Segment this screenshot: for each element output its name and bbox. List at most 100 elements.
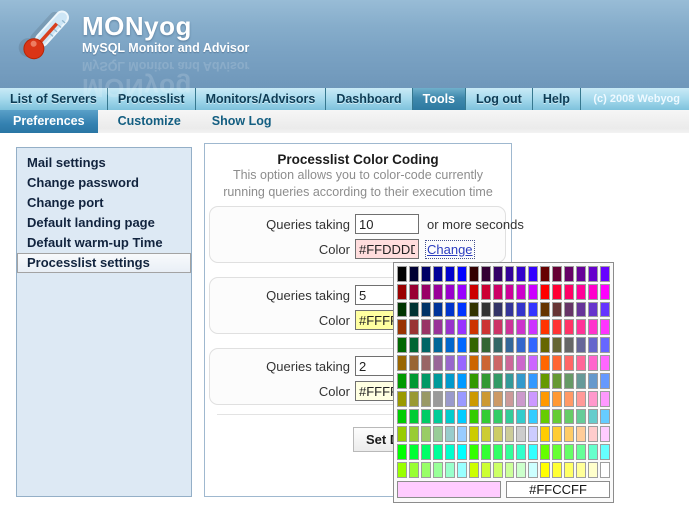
palette-swatch[interactable] bbox=[481, 444, 491, 460]
palette-swatch[interactable] bbox=[564, 302, 574, 318]
subnav-tab-show-log[interactable]: Show Log bbox=[201, 110, 283, 133]
nav-tab-dashboard[interactable]: Dashboard bbox=[326, 88, 412, 110]
palette-swatch[interactable] bbox=[481, 284, 491, 300]
palette-swatch[interactable] bbox=[421, 409, 431, 425]
palette-swatch[interactable] bbox=[469, 355, 479, 371]
palette-swatch[interactable] bbox=[505, 409, 515, 425]
palette-swatch[interactable] bbox=[588, 302, 598, 318]
palette-swatch[interactable] bbox=[528, 409, 538, 425]
palette-swatch[interactable] bbox=[516, 444, 526, 460]
palette-swatch[interactable] bbox=[481, 355, 491, 371]
palette-swatch[interactable] bbox=[588, 426, 598, 442]
palette-swatch[interactable] bbox=[433, 355, 443, 371]
palette-swatch[interactable] bbox=[469, 302, 479, 318]
palette-swatch[interactable] bbox=[421, 337, 431, 353]
nav-tab-tools[interactable]: Tools bbox=[413, 88, 466, 110]
palette-swatch[interactable] bbox=[552, 355, 562, 371]
palette-swatch[interactable] bbox=[505, 266, 515, 282]
palette-swatch[interactable] bbox=[409, 337, 419, 353]
palette-swatch[interactable] bbox=[516, 409, 526, 425]
palette-swatch[interactable] bbox=[433, 426, 443, 442]
palette-swatch[interactable] bbox=[493, 373, 503, 389]
palette-swatch[interactable] bbox=[516, 266, 526, 282]
palette-swatch[interactable] bbox=[505, 319, 515, 335]
palette-swatch[interactable] bbox=[576, 319, 586, 335]
sidebar-item-change-password[interactable]: Change password bbox=[17, 173, 191, 193]
palette-swatch[interactable] bbox=[409, 302, 419, 318]
palette-swatch[interactable] bbox=[433, 266, 443, 282]
palette-swatch[interactable] bbox=[409, 426, 419, 442]
palette-swatch[interactable] bbox=[445, 302, 455, 318]
subnav-tab-customize[interactable]: Customize bbox=[107, 110, 192, 133]
palette-swatch[interactable] bbox=[600, 462, 610, 478]
palette-swatch[interactable] bbox=[457, 337, 467, 353]
palette-swatch[interactable] bbox=[457, 284, 467, 300]
palette-swatch[interactable] bbox=[397, 409, 407, 425]
palette-swatch[interactable] bbox=[540, 284, 550, 300]
palette-swatch[interactable] bbox=[397, 337, 407, 353]
palette-swatch[interactable] bbox=[516, 302, 526, 318]
palette-swatch[interactable] bbox=[588, 462, 598, 478]
palette-swatch[interactable] bbox=[552, 426, 562, 442]
palette-swatch[interactable] bbox=[469, 319, 479, 335]
palette-swatch[interactable] bbox=[433, 302, 443, 318]
palette-swatch[interactable] bbox=[588, 284, 598, 300]
sidebar-item-default-warm-up-time[interactable]: Default warm-up Time bbox=[17, 233, 191, 253]
palette-swatch[interactable] bbox=[588, 266, 598, 282]
palette-swatch[interactable] bbox=[564, 391, 574, 407]
palette-swatch[interactable] bbox=[528, 266, 538, 282]
palette-swatch[interactable] bbox=[564, 462, 574, 478]
palette-swatch[interactable] bbox=[588, 391, 598, 407]
subnav-tab-preferences[interactable]: Preferences bbox=[0, 110, 98, 133]
palette-swatch[interactable] bbox=[540, 444, 550, 460]
palette-swatch[interactable] bbox=[516, 373, 526, 389]
palette-swatch[interactable] bbox=[528, 444, 538, 460]
palette-swatch[interactable] bbox=[540, 337, 550, 353]
palette-swatch[interactable] bbox=[505, 302, 515, 318]
palette-swatch[interactable] bbox=[469, 462, 479, 478]
palette-swatch[interactable] bbox=[505, 355, 515, 371]
palette-swatch[interactable] bbox=[421, 444, 431, 460]
palette-swatch[interactable] bbox=[397, 462, 407, 478]
palette-swatch[interactable] bbox=[493, 266, 503, 282]
palette-swatch[interactable] bbox=[600, 444, 610, 460]
palette-swatch[interactable] bbox=[564, 426, 574, 442]
palette-swatch[interactable] bbox=[457, 391, 467, 407]
palette-swatch[interactable] bbox=[457, 355, 467, 371]
palette-swatch[interactable] bbox=[421, 319, 431, 335]
palette-swatch[interactable] bbox=[493, 319, 503, 335]
palette-swatch[interactable] bbox=[528, 355, 538, 371]
palette-swatch[interactable] bbox=[564, 355, 574, 371]
palette-swatch[interactable] bbox=[409, 373, 419, 389]
palette-swatch[interactable] bbox=[433, 284, 443, 300]
palette-swatch[interactable] bbox=[457, 373, 467, 389]
palette-swatch[interactable] bbox=[576, 284, 586, 300]
hex-value-box[interactable]: #FFCCFF bbox=[506, 481, 610, 498]
palette-swatch[interactable] bbox=[564, 337, 574, 353]
palette-swatch[interactable] bbox=[457, 266, 467, 282]
palette-swatch[interactable] bbox=[505, 284, 515, 300]
palette-swatch[interactable] bbox=[516, 337, 526, 353]
seconds-input[interactable] bbox=[355, 214, 419, 234]
palette-swatch[interactable] bbox=[600, 409, 610, 425]
palette-swatch[interactable] bbox=[516, 426, 526, 442]
palette-swatch[interactable] bbox=[576, 409, 586, 425]
palette-swatch[interactable] bbox=[409, 444, 419, 460]
palette-swatch[interactable] bbox=[540, 355, 550, 371]
palette-swatch[interactable] bbox=[505, 444, 515, 460]
palette-swatch[interactable] bbox=[600, 266, 610, 282]
palette-swatch[interactable] bbox=[588, 355, 598, 371]
nav-tab-help[interactable]: Help bbox=[533, 88, 581, 110]
palette-swatch[interactable] bbox=[600, 391, 610, 407]
palette-swatch[interactable] bbox=[552, 319, 562, 335]
palette-swatch[interactable] bbox=[493, 355, 503, 371]
palette-swatch[interactable] bbox=[540, 319, 550, 335]
palette-swatch[interactable] bbox=[433, 337, 443, 353]
palette-swatch[interactable] bbox=[397, 319, 407, 335]
palette-swatch[interactable] bbox=[457, 426, 467, 442]
palette-swatch[interactable] bbox=[540, 302, 550, 318]
palette-swatch[interactable] bbox=[576, 355, 586, 371]
palette-swatch[interactable] bbox=[516, 319, 526, 335]
palette-swatch[interactable] bbox=[445, 337, 455, 353]
palette-swatch[interactable] bbox=[516, 355, 526, 371]
